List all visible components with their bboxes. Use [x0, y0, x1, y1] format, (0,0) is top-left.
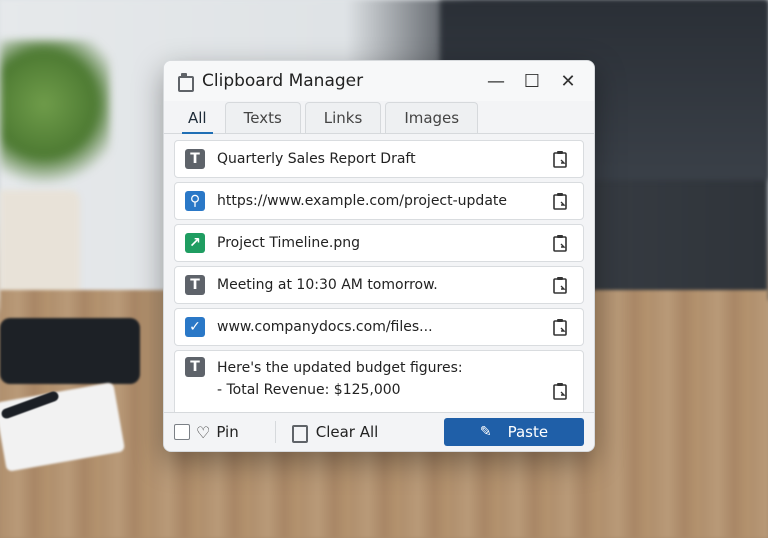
- title-bar: Clipboard Manager — ☐ ✕: [164, 61, 594, 101]
- background-plant: [0, 40, 110, 200]
- item-text: Quarterly Sales Report Draft: [217, 151, 416, 167]
- item-text-multiline: Here's the updated budget figures: - Tot…: [217, 357, 573, 401]
- clipboard-manager-window: Clipboard Manager — ☐ ✕ All Texts Links …: [163, 60, 595, 452]
- link-icon: ⚲: [185, 191, 205, 211]
- list-item[interactable]: ✓ www.companydocs.com/files...: [174, 308, 584, 346]
- text-icon: T: [185, 149, 205, 169]
- item-text: Meeting at 10:30 AM tomorrow.: [217, 277, 438, 293]
- tab-images[interactable]: Images: [385, 102, 479, 133]
- pencil-icon: ✎: [479, 424, 492, 440]
- tab-all[interactable]: All: [174, 103, 221, 134]
- copy-to-clipboard-icon[interactable]: [551, 149, 571, 169]
- item-text: www.companydocs.com/files...: [217, 319, 433, 335]
- tab-links-label: Links: [323, 109, 363, 127]
- list-item[interactable]: ↗ Project Timeline.png: [174, 224, 584, 262]
- heart-icon: ♡: [196, 422, 211, 442]
- list-item[interactable]: T Meeting at 10:30 AM tomorrow.: [174, 266, 584, 304]
- minimize-button[interactable]: —: [482, 67, 510, 95]
- item-text-line-1: Here's the updated budget figures:: [217, 360, 463, 376]
- copy-to-clipboard-icon[interactable]: [551, 381, 571, 401]
- image-icon: ↗: [185, 233, 205, 253]
- copy-to-clipboard-icon[interactable]: [551, 275, 571, 295]
- clipboard-icon: [176, 73, 194, 92]
- list-item[interactable]: T Here's the updated budget figures: - T…: [174, 350, 584, 418]
- text-icon: T: [185, 275, 205, 295]
- tab-texts[interactable]: Texts: [224, 102, 301, 133]
- clear-all-button[interactable]: Clear All: [316, 423, 379, 441]
- tab-links[interactable]: Links: [304, 102, 382, 133]
- text-icon: T: [185, 357, 205, 377]
- copy-to-clipboard-icon[interactable]: [551, 191, 571, 211]
- maximize-button[interactable]: ☐: [518, 67, 546, 95]
- item-text-line-2: - Total Revenue: $125,000: [217, 382, 401, 398]
- check-link-icon: ✓: [185, 317, 205, 337]
- window-title: Clipboard Manager: [202, 71, 364, 91]
- pin-label[interactable]: Pin: [216, 423, 238, 441]
- copy-to-clipboard-icon[interactable]: [551, 233, 571, 253]
- tab-all-label: All: [188, 109, 207, 127]
- list-item[interactable]: ⚲ https://www.example.com/project-update: [174, 182, 584, 220]
- copy-to-clipboard-icon[interactable]: [551, 317, 571, 337]
- pin-checkbox[interactable]: [174, 424, 190, 440]
- tab-bar: All Texts Links Images: [164, 101, 594, 134]
- clipboard-list: T Quarterly Sales Report Draft ⚲ https:/…: [164, 134, 594, 418]
- tab-texts-label: Texts: [243, 109, 282, 127]
- paste-button[interactable]: ✎ Paste: [444, 418, 584, 446]
- list-item[interactable]: T Quarterly Sales Report Draft: [174, 140, 584, 178]
- item-text: Project Timeline.png: [217, 235, 360, 251]
- paste-label: Paste: [507, 423, 549, 441]
- toolbar-divider: [274, 421, 276, 443]
- tab-images-label: Images: [404, 109, 460, 127]
- background-phone: [0, 318, 140, 384]
- bottom-toolbar: ♡ Pin Clear All ✎ Paste: [164, 412, 594, 451]
- close-button[interactable]: ✕: [554, 67, 582, 95]
- item-text: https://www.example.com/project-update: [217, 193, 507, 209]
- trash-icon[interactable]: [290, 424, 308, 443]
